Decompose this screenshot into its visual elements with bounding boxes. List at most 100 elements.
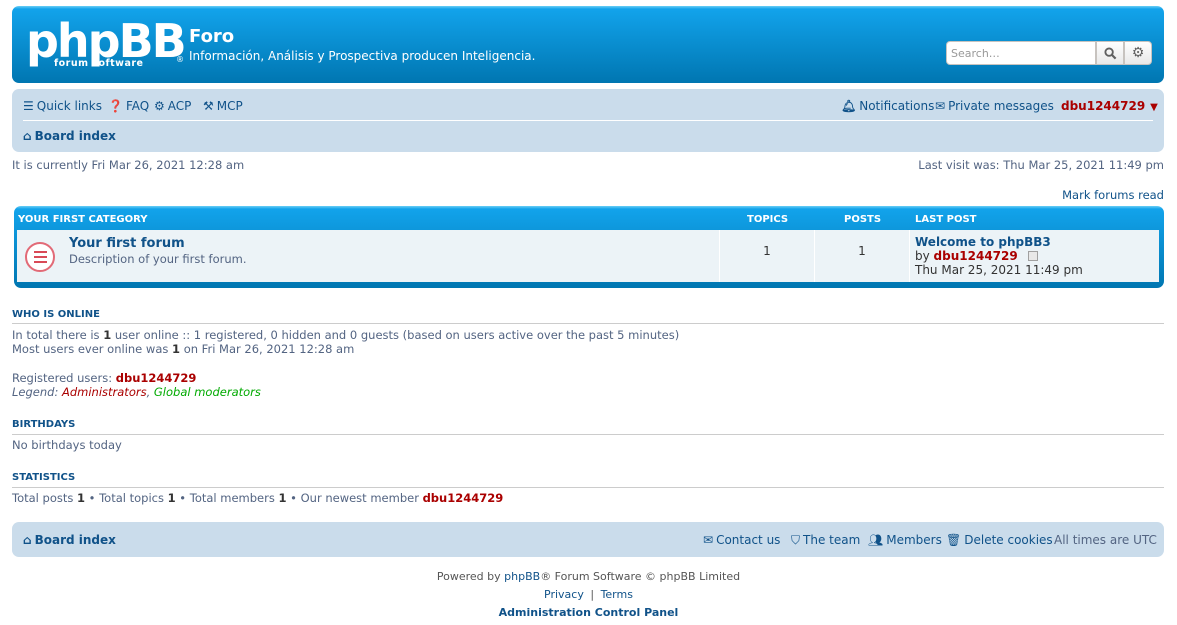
mcp-link[interactable]: ⚒ MCP xyxy=(203,98,243,114)
online-text: In total there is xyxy=(12,328,104,342)
caret-down-icon: ▼ xyxy=(1150,102,1158,113)
board-index-label: Board index xyxy=(34,129,116,143)
powered-text: Powered by xyxy=(436,570,505,583)
faq-label: FAQ xyxy=(125,99,150,113)
stat-label: • Total topics xyxy=(85,491,168,505)
last-post-date: Thu Mar 25, 2021 11:49 pm xyxy=(915,263,1083,277)
nav-row: ☰ Quick links ❓ FAQ ⚙ ACP ⚒ MCP 🔔︎ Notificati… xyxy=(23,98,1158,116)
statistics-line: Total posts 1 • Total topics 1 • Total m… xyxy=(12,491,503,505)
quick-links-menu[interactable]: ☰ Quick links xyxy=(23,98,102,114)
notifications-link[interactable]: 🔔︎ Notifications xyxy=(841,98,934,114)
legend-line: Legend: Administrators, Global moderator… xyxy=(12,385,261,399)
inbox-icon: ✉ xyxy=(935,99,946,113)
registered-label: Registered users: xyxy=(12,371,116,385)
users-icon: 👥︎ xyxy=(868,533,884,547)
legend-separator: , xyxy=(146,385,154,399)
category-box: YOUR FIRST CATEGORY TOPICS POSTS LAST PO… xyxy=(14,206,1164,288)
home-icon: ⌂ xyxy=(23,533,32,547)
last-post-title-link[interactable]: Welcome to phpBB3 xyxy=(915,235,1051,249)
navbar: ☰ Quick links ❓ FAQ ⚙ ACP ⚒ MCP 🔔︎ Notificati… xyxy=(12,89,1164,152)
phpbb-link[interactable]: phpBB xyxy=(504,570,540,583)
mcp-label: MCP xyxy=(216,99,243,113)
menu-icon: ☰ xyxy=(23,99,34,113)
col-last-post-header: LAST POST xyxy=(915,214,977,225)
timezone-note: All times are UTC xyxy=(1054,533,1157,547)
online-record-line: Most users ever online was 1 on Fri Mar … xyxy=(12,342,354,356)
acp-footer-line: Administration Control Panel xyxy=(0,606,1177,619)
privacy-link[interactable]: Privacy xyxy=(544,588,584,601)
breadcrumb-board-index[interactable]: ⌂ Board index xyxy=(23,129,116,143)
col-topics-header: TOPICS xyxy=(747,214,789,225)
acp-link[interactable]: ⚙ ACP xyxy=(154,98,191,114)
section-divider xyxy=(12,434,1164,435)
col-posts-header: POSTS xyxy=(844,214,882,225)
stat-label: • Total members xyxy=(175,491,279,505)
terms-link[interactable]: Terms xyxy=(601,588,633,601)
separator: | xyxy=(590,588,595,601)
phpbb-logo[interactable]: phpBB forum software ® xyxy=(26,14,187,77)
category-title[interactable]: YOUR FIRST CATEGORY xyxy=(18,214,148,225)
cell-divider xyxy=(909,230,910,282)
legend-administrators-link[interactable]: Administrators xyxy=(62,385,147,399)
birthdays-title: BIRTHDAYS xyxy=(12,419,76,430)
powered-text: ® Forum Software © phpBB Limited xyxy=(540,570,741,583)
username-label: dbu1244729 xyxy=(1061,99,1146,113)
forum-read-icon xyxy=(25,242,55,272)
stat-label: • Our newest member xyxy=(286,491,423,505)
view-latest-post-icon[interactable] xyxy=(1027,251,1038,261)
delete-cookies-link[interactable]: 🗑︎ Delete cookies xyxy=(946,533,1053,547)
last-post-author-link[interactable]: dbu1244729 xyxy=(934,249,1018,263)
newest-member-link[interactable]: dbu1244729 xyxy=(423,491,504,505)
forum-row: Your first forum Description of your fir… xyxy=(17,230,1159,282)
logo-tagline: forum software xyxy=(54,58,144,69)
mark-forums-read-link[interactable]: Mark forums read xyxy=(1062,188,1164,202)
record-text: Most users ever online was xyxy=(12,342,173,356)
members-label: Members xyxy=(886,533,942,547)
who-is-online-title[interactable]: WHO IS ONLINE xyxy=(12,309,100,320)
online-total-line: In total there is 1 user online :: 1 reg… xyxy=(12,328,679,342)
question-icon: ❓ xyxy=(108,99,123,113)
registered-user-link[interactable]: dbu1244729 xyxy=(116,371,197,385)
section-divider xyxy=(12,323,1164,324)
legend-label: Legend: xyxy=(12,385,62,399)
footer-board-index-link[interactable]: ⌂ Board index xyxy=(23,533,116,547)
acp-label: ACP xyxy=(167,99,192,113)
nav-divider xyxy=(23,120,1153,121)
private-messages-link[interactable]: ✉ Private messages xyxy=(935,98,1054,114)
members-link[interactable]: 👥︎ Members xyxy=(868,533,942,547)
advanced-search-button[interactable]: ⚙ xyxy=(1124,41,1152,65)
faq-link[interactable]: ❓ FAQ xyxy=(108,98,149,114)
forum-description: Description of your first forum. xyxy=(69,252,247,266)
site-header: phpBB forum software ® Foro Información,… xyxy=(12,6,1164,83)
gavel-icon: ⚒ xyxy=(203,99,214,113)
total-posts: 1 xyxy=(77,491,86,505)
footer-board-index-label: Board index xyxy=(34,533,116,547)
gear-icon: ⚙ xyxy=(1131,45,1145,61)
site-title: Foro xyxy=(189,26,235,47)
administration-control-panel-link[interactable]: Administration Control Panel xyxy=(499,606,679,619)
total-members: 1 xyxy=(278,491,287,505)
birthdays-text: No birthdays today xyxy=(12,438,122,452)
powered-by-line: Powered by phpBB® Forum Software © phpBB… xyxy=(0,570,1177,583)
the-team-link[interactable]: ⛉ The team xyxy=(791,533,860,548)
legend-moderators-link[interactable]: Global moderators xyxy=(154,385,261,399)
current-time: It is currently Fri Mar 26, 2021 12:28 a… xyxy=(12,158,245,172)
total-topics: 1 xyxy=(167,491,176,505)
trash-icon: 🗑︎ xyxy=(946,533,962,547)
search-input[interactable] xyxy=(946,41,1096,65)
last-post-author-line: by dbu1244729 xyxy=(915,249,1038,263)
section-divider xyxy=(12,487,1164,488)
online-text: user online :: 1 registered, 0 hidden an… xyxy=(111,328,680,342)
private-messages-label: Private messages xyxy=(948,99,1054,113)
footer-navbar: ⌂ Board index ✉ Contact us ⛉ The team 👥︎ Mem… xyxy=(12,522,1164,557)
forum-title-link[interactable]: Your first forum xyxy=(69,236,185,251)
record-text: on Fri Mar 26, 2021 12:28 am xyxy=(180,342,355,356)
search-box: ⚙ xyxy=(946,41,1154,65)
forum-topics-count: 1 xyxy=(763,244,771,258)
notifications-label: Notifications xyxy=(859,99,935,113)
user-menu[interactable]: dbu1244729 ▼ xyxy=(1061,98,1158,116)
search-button[interactable] xyxy=(1096,41,1124,65)
contact-us-link[interactable]: ✉ Contact us xyxy=(703,533,780,547)
contact-us-label: Contact us xyxy=(716,533,781,547)
quick-links-label: Quick links xyxy=(36,99,102,113)
